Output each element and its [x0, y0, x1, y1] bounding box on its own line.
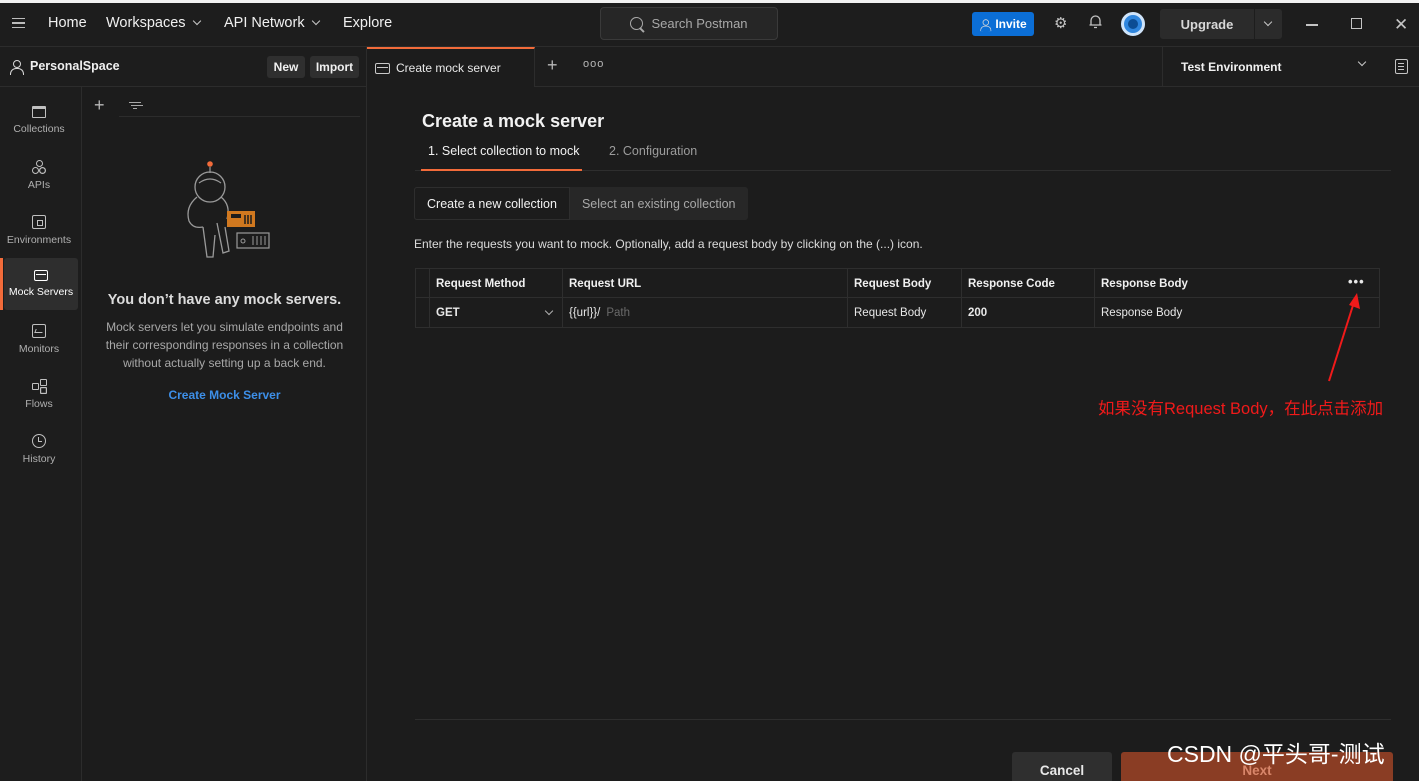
menu-icon[interactable]: [12, 18, 25, 28]
workspace-header: PersonalSpace New Import: [0, 47, 367, 87]
table-header: Request Method Request URL Request Body …: [416, 269, 1379, 298]
watermark: CSDN @平头哥-测试: [1167, 741, 1385, 767]
monitors-icon: [32, 323, 46, 338]
invite-button[interactable]: Invite: [972, 12, 1034, 36]
add-person-icon: [980, 18, 992, 31]
window-edge: [0, 0, 1419, 3]
environment-quick-look-icon[interactable]: [1395, 59, 1408, 74]
mock-servers-icon: [34, 270, 48, 281]
search-input[interactable]: Search Postman: [600, 7, 778, 40]
history-icon: [32, 433, 46, 448]
rail-item-monitors[interactable]: Monitors: [0, 313, 78, 365]
empty-state-title: You don’t have any mock servers.: [107, 292, 342, 308]
new-button[interactable]: New: [267, 56, 305, 78]
person-icon: [10, 59, 24, 75]
tab-bar: Create mock server + ooo Test Environmen…: [367, 47, 1419, 87]
rail-item-environments[interactable]: Environments: [0, 204, 78, 256]
environment-select[interactable]: Test Environment: [1162, 47, 1382, 87]
left-rail: Collections APIs Environments Mock Serve…: [0, 87, 82, 781]
page-title: Create a mock server: [422, 111, 605, 131]
tab-more-button[interactable]: ooo: [583, 58, 604, 70]
select-existing-collection-option[interactable]: Select an existing collection: [570, 187, 748, 220]
step-configuration[interactable]: 2. Configuration: [609, 144, 697, 158]
request-method-select[interactable]: GET: [430, 298, 563, 327]
rail-item-apis[interactable]: APIs: [0, 149, 78, 201]
chevron-down-icon: [311, 16, 320, 26]
nav-explore[interactable]: Explore: [343, 15, 392, 31]
step-tabs: 1. Select collection to mock 2. Configur…: [415, 138, 1391, 171]
response-code-field[interactable]: 200: [962, 298, 1095, 327]
header-request-url: Request URL: [563, 269, 848, 298]
rail-item-history[interactable]: History: [0, 423, 78, 475]
workspace-name[interactable]: PersonalSpace: [10, 59, 120, 75]
active-step-underline: [421, 169, 582, 171]
minimize-icon[interactable]: [1306, 24, 1318, 26]
search-icon: [630, 17, 644, 30]
filter-icon: [129, 102, 141, 112]
collections-icon: [32, 105, 46, 118]
footer-divider: [415, 719, 1391, 720]
mock-servers-panel: + You don’t have any mock servers. Mock …: [82, 87, 367, 781]
header-response-code: Response Code: [962, 269, 1095, 298]
empty-state-description: Mock servers let you simulate endpoints …: [105, 320, 344, 370]
astronaut-illustration: [187, 161, 270, 258]
top-bar: Home Workspaces API Network Explore Sear…: [0, 0, 1419, 47]
avatar[interactable]: [1121, 12, 1145, 36]
maximize-icon[interactable]: [1351, 18, 1362, 29]
chevron-down-icon: [1357, 57, 1367, 67]
annotation-text: 如果没有Request Body，在此点击添加: [1098, 400, 1384, 418]
settings-icon[interactable]: ⚙: [1054, 14, 1067, 32]
requests-table: Request Method Request URL Request Body …: [415, 268, 1380, 328]
mock-server-icon: [375, 62, 390, 74]
step-select-collection[interactable]: 1. Select collection to mock: [428, 144, 579, 158]
filter-input[interactable]: [119, 95, 360, 117]
chevron-down-icon[interactable]: [1263, 17, 1273, 27]
request-url-field[interactable]: {{url}}/ Path: [563, 298, 848, 327]
more-options-button[interactable]: •••: [1348, 275, 1365, 288]
main-content: Create a mock server 1. Select collectio…: [367, 87, 1419, 781]
import-button[interactable]: Import: [310, 56, 359, 78]
notifications-bell-icon[interactable]: [1089, 14, 1102, 33]
instruction-text: Enter the requests you want to mock. Opt…: [414, 237, 923, 251]
create-new-collection-option[interactable]: Create a new collection: [414, 187, 570, 220]
rail-item-flows[interactable]: Flows: [0, 368, 78, 420]
rail-item-collections[interactable]: Collections: [0, 94, 78, 146]
header-request-body: Request Body: [848, 269, 962, 298]
table-row: GET {{url}}/ Path Request Body 200 Respo…: [416, 298, 1379, 327]
header-request-method: Request Method: [430, 269, 563, 298]
close-icon[interactable]: ✕: [1394, 16, 1408, 33]
nav-workspaces[interactable]: Workspaces: [106, 15, 201, 31]
annotation-arrow: [1328, 293, 1360, 382]
new-tab-plus-icon[interactable]: +: [547, 55, 558, 76]
create-mock-server-link[interactable]: Create Mock Server: [82, 388, 367, 402]
active-indicator: [0, 258, 3, 310]
rail-item-mock-servers[interactable]: Mock Servers: [4, 258, 78, 310]
request-body-field[interactable]: Request Body: [848, 298, 962, 327]
collection-source-toggle: Create a new collection Select an existi…: [414, 187, 748, 220]
environments-icon: [32, 214, 46, 229]
chevron-down-icon: [192, 16, 201, 26]
tab-create-mock-server[interactable]: Create mock server: [367, 47, 535, 87]
chevron-down-icon: [544, 306, 554, 316]
upgrade-button[interactable]: Upgrade: [1160, 9, 1282, 39]
apis-icon: [32, 159, 46, 174]
flows-icon: [32, 378, 47, 393]
add-plus-icon[interactable]: +: [94, 95, 105, 116]
cancel-button[interactable]: Cancel: [1012, 752, 1112, 781]
nav-home[interactable]: Home: [48, 15, 87, 31]
nav-api-network[interactable]: API Network: [224, 15, 320, 31]
